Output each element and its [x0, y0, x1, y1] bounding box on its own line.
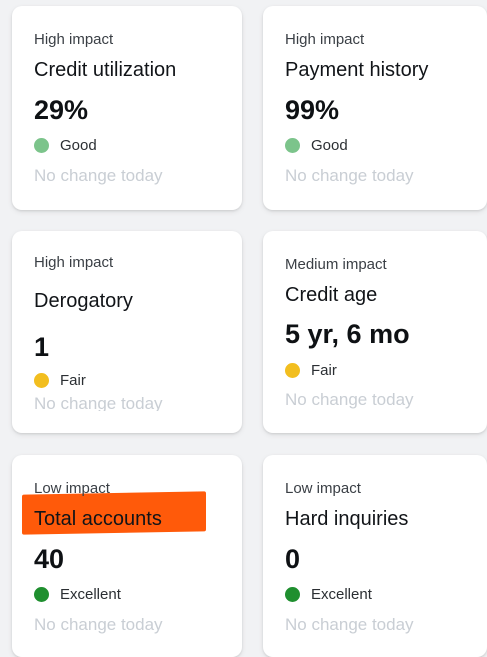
factor-title: Derogatory [34, 290, 133, 312]
impact-label: Medium impact [285, 256, 387, 273]
status-label: Fair [311, 362, 337, 379]
status-label: Fair [60, 372, 86, 389]
factor-title: Credit utilization [34, 59, 177, 81]
factor-value: 5 yr, 6 mo [285, 319, 410, 349]
status-dot-icon [285, 587, 300, 602]
change-note: No change today [285, 615, 414, 634]
impact-label: Low impact [285, 480, 361, 497]
credit-factor-card-credit-utilization[interactable]: High impact Credit utilization 29% Good … [12, 6, 242, 210]
credit-factor-card-credit-age[interactable]: Medium impact Credit age 5 yr, 6 mo Fair… [263, 231, 487, 433]
factor-value: 29% [34, 95, 89, 125]
factor-value: 0 [285, 544, 301, 574]
status-indicator: Good [285, 137, 348, 154]
status-dot-icon [285, 138, 300, 153]
factor-value: 40 [34, 544, 65, 574]
status-indicator: Good [34, 137, 97, 154]
status-label: Good [60, 137, 97, 154]
status-label: Excellent [60, 586, 121, 603]
impact-label: Low impact [34, 480, 110, 497]
status-indicator: Excellent [34, 586, 121, 603]
factor-value: 99% [285, 95, 340, 125]
status-dot-icon [285, 363, 300, 378]
status-label: Good [311, 137, 348, 154]
change-note: No change today [285, 166, 414, 185]
change-note: No change today [34, 166, 163, 185]
status-indicator: Fair [285, 362, 337, 379]
credit-factor-card-hard-inquiries[interactable]: Low impact Hard inquiries 0 Excellent No… [263, 455, 487, 657]
credit-factor-card-payment-history[interactable]: High impact Payment history 99% Good No … [263, 6, 487, 210]
impact-label: High impact [285, 31, 365, 48]
status-dot-icon [34, 587, 49, 602]
status-label: Excellent [311, 586, 372, 603]
factor-title: Hard inquiries [285, 508, 409, 530]
impact-label: High impact [34, 31, 114, 48]
status-dot-icon [34, 138, 49, 153]
factor-title: Credit age [285, 284, 378, 306]
change-note: No change today [34, 394, 163, 411]
factor-value: 1 [34, 332, 50, 362]
factor-title: Payment history [285, 59, 429, 81]
status-indicator: Fair [34, 372, 86, 389]
change-note: No change today [34, 615, 163, 634]
credit-factor-card-total-accounts[interactable]: Low impact Total accounts 40 Excellent N… [12, 455, 242, 657]
status-indicator: Excellent [285, 586, 372, 603]
factor-title: Total accounts [34, 508, 162, 530]
change-note: No change today [285, 390, 414, 409]
impact-label: High impact [34, 254, 114, 271]
status-dot-icon [34, 373, 49, 388]
credit-factor-card-derogatory[interactable]: High impact Derogatory 1 Fair No change … [12, 231, 242, 433]
